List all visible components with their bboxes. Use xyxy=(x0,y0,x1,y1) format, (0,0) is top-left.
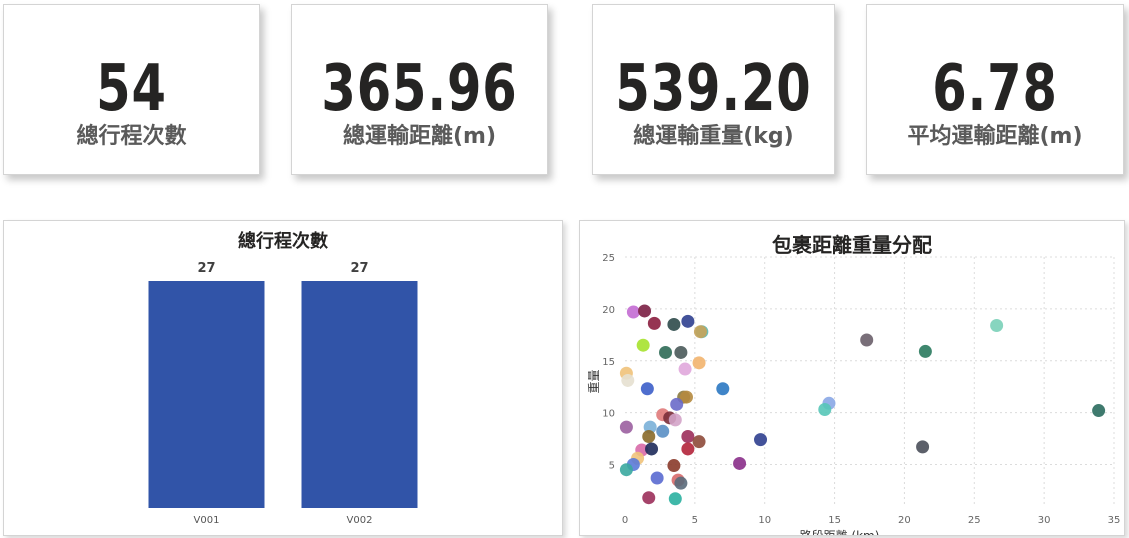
y-tick-label: 25 xyxy=(602,253,615,264)
scatter-point xyxy=(918,344,932,358)
scatter-point xyxy=(1092,404,1106,418)
scatter-point xyxy=(636,338,650,352)
scatter-point xyxy=(692,356,706,370)
y-tick-label: 10 xyxy=(602,409,615,420)
scatter-point xyxy=(681,429,695,443)
scatter-point xyxy=(693,325,707,339)
kpi-label: 總運輸重量(kg) xyxy=(633,124,794,149)
scatter-point xyxy=(733,456,747,470)
x-tick-label: 10 xyxy=(758,515,771,526)
scatter-point xyxy=(860,333,874,347)
scatter-point xyxy=(621,373,635,387)
kpi-label: 平均運輸距離(m) xyxy=(907,124,1083,149)
scatter-point xyxy=(670,397,684,411)
kpi-card-avg-distance: 6.78 平均運輸距離(m) xyxy=(866,4,1124,175)
x-tick-label: 15 xyxy=(828,515,841,526)
kpi-value: 6.78 xyxy=(932,52,1058,126)
scatter-point xyxy=(640,382,654,396)
scatter-point xyxy=(667,317,681,331)
x-tick-label: 5 xyxy=(692,515,698,526)
scatter-point xyxy=(754,433,768,447)
kpi-card-total-distance: 365.96 總運輸距離(m) xyxy=(291,4,548,175)
scatter-point xyxy=(642,429,656,443)
scatter-point xyxy=(681,314,695,328)
kpi-value: 54 xyxy=(96,52,167,126)
y-tick-label: 20 xyxy=(602,305,615,316)
scatter-point xyxy=(678,362,692,376)
scatter-point xyxy=(668,413,682,427)
x-tick-label: 0 xyxy=(622,515,628,526)
kpi-card-trips: 54 總行程次數 xyxy=(3,4,260,175)
scatter-point xyxy=(692,435,706,449)
bar-chart: 27 V001 27 V002 xyxy=(148,261,418,526)
bar-data-label: 27 xyxy=(350,261,368,276)
scatter-point xyxy=(626,305,640,319)
x-tick-label: 25 xyxy=(968,515,981,526)
x-tick-label: 20 xyxy=(898,515,911,526)
y-tick-label: 15 xyxy=(602,357,615,368)
scatter-point xyxy=(619,463,633,477)
y-tick-label: 5 xyxy=(609,461,615,472)
scatter-point xyxy=(638,304,652,318)
scatter-point xyxy=(716,382,730,396)
kpi-value: 539.20 xyxy=(615,52,812,126)
kpi-label: 總行程次數 xyxy=(76,124,187,149)
scatter-point xyxy=(674,345,688,359)
scatter-point xyxy=(647,316,661,330)
scatter-point xyxy=(668,492,682,506)
scatter-point xyxy=(667,459,681,473)
scatter-point xyxy=(619,420,633,434)
scatter-point xyxy=(674,476,688,490)
scatter-point xyxy=(656,424,670,438)
bar xyxy=(301,281,418,508)
bar-data-label: 27 xyxy=(197,261,215,276)
scatter-point xyxy=(916,440,930,454)
scatter-chart: 0 5 10 15 20 25 30 35 5 10 15 20 25 路段距離 (km) 重量 xyxy=(587,253,1121,535)
scatter-point xyxy=(681,442,695,456)
scatter-point xyxy=(659,345,673,359)
kpi-value: 365.96 xyxy=(321,52,518,126)
y-axis-label: 重量 xyxy=(587,369,601,393)
kpi-card-total-weight: 539.20 總運輸重量(kg) xyxy=(592,4,835,175)
scatter-point xyxy=(990,318,1004,332)
scatter-point xyxy=(650,471,664,485)
bar xyxy=(148,281,265,508)
x-tick-label: 30 xyxy=(1038,515,1051,526)
scatter-point xyxy=(818,403,832,417)
scatter-chart-panel: 包裹距離重量分配 05101520253035510152025路段距離 (km… xyxy=(579,220,1125,536)
scatter-point xyxy=(642,491,656,505)
scatter-point xyxy=(645,442,659,456)
x-tick-label: 35 xyxy=(1108,515,1121,526)
x-tick-label: V002 xyxy=(347,515,373,526)
kpi-label: 總運輸距離(m) xyxy=(342,124,497,149)
x-tick-label: V001 xyxy=(194,515,220,526)
x-axis-label: 路段距離 (km) xyxy=(800,528,880,535)
bar-chart-panel: 總行程次數 27 V001 27 V002 xyxy=(3,220,563,536)
